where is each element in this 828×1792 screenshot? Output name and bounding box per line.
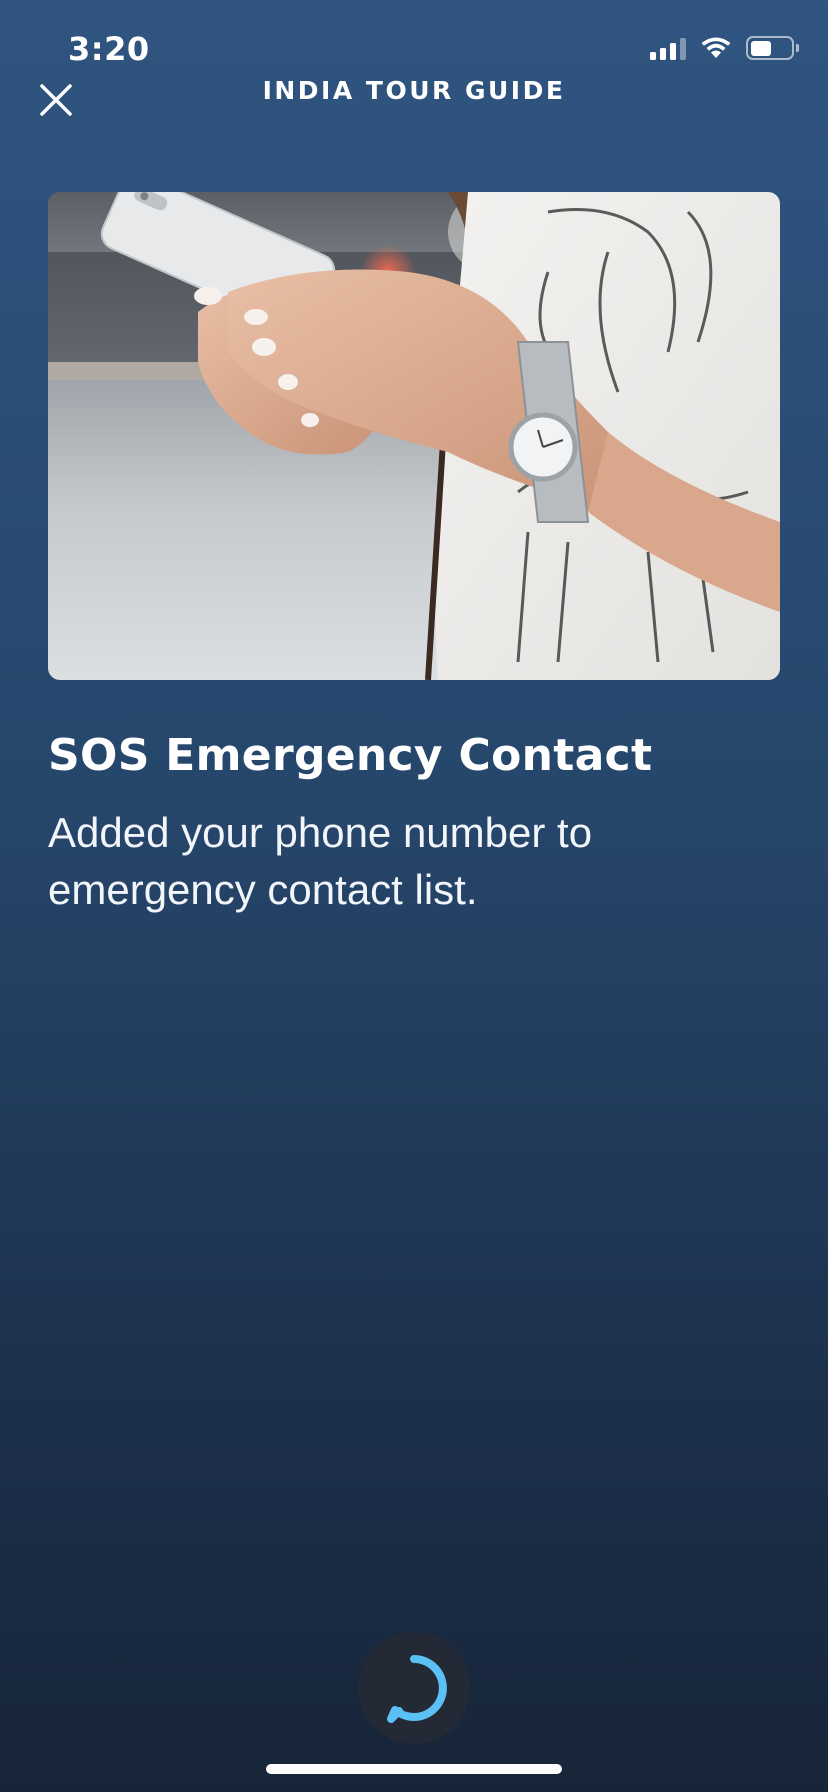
signal-icon	[650, 36, 686, 60]
wifi-icon	[701, 37, 731, 58]
alexa-ring-icon	[387, 1655, 447, 1723]
battery-icon	[746, 36, 799, 60]
status-time: 3:20	[68, 30, 150, 68]
card-body: Added your phone number to emergency con…	[48, 809, 593, 913]
home-indicator[interactable]	[266, 1764, 562, 1774]
page-title: INDIA TOUR GUIDE	[262, 76, 566, 105]
card-title: SOS Emergency Contact	[48, 730, 653, 781]
hero-image	[48, 192, 780, 680]
alexa-button[interactable]	[358, 1632, 470, 1744]
status-icons	[650, 36, 799, 60]
screen: 3:20 INDIA TOUR GUIDE SOS Emergency Cont…	[0, 0, 828, 1792]
